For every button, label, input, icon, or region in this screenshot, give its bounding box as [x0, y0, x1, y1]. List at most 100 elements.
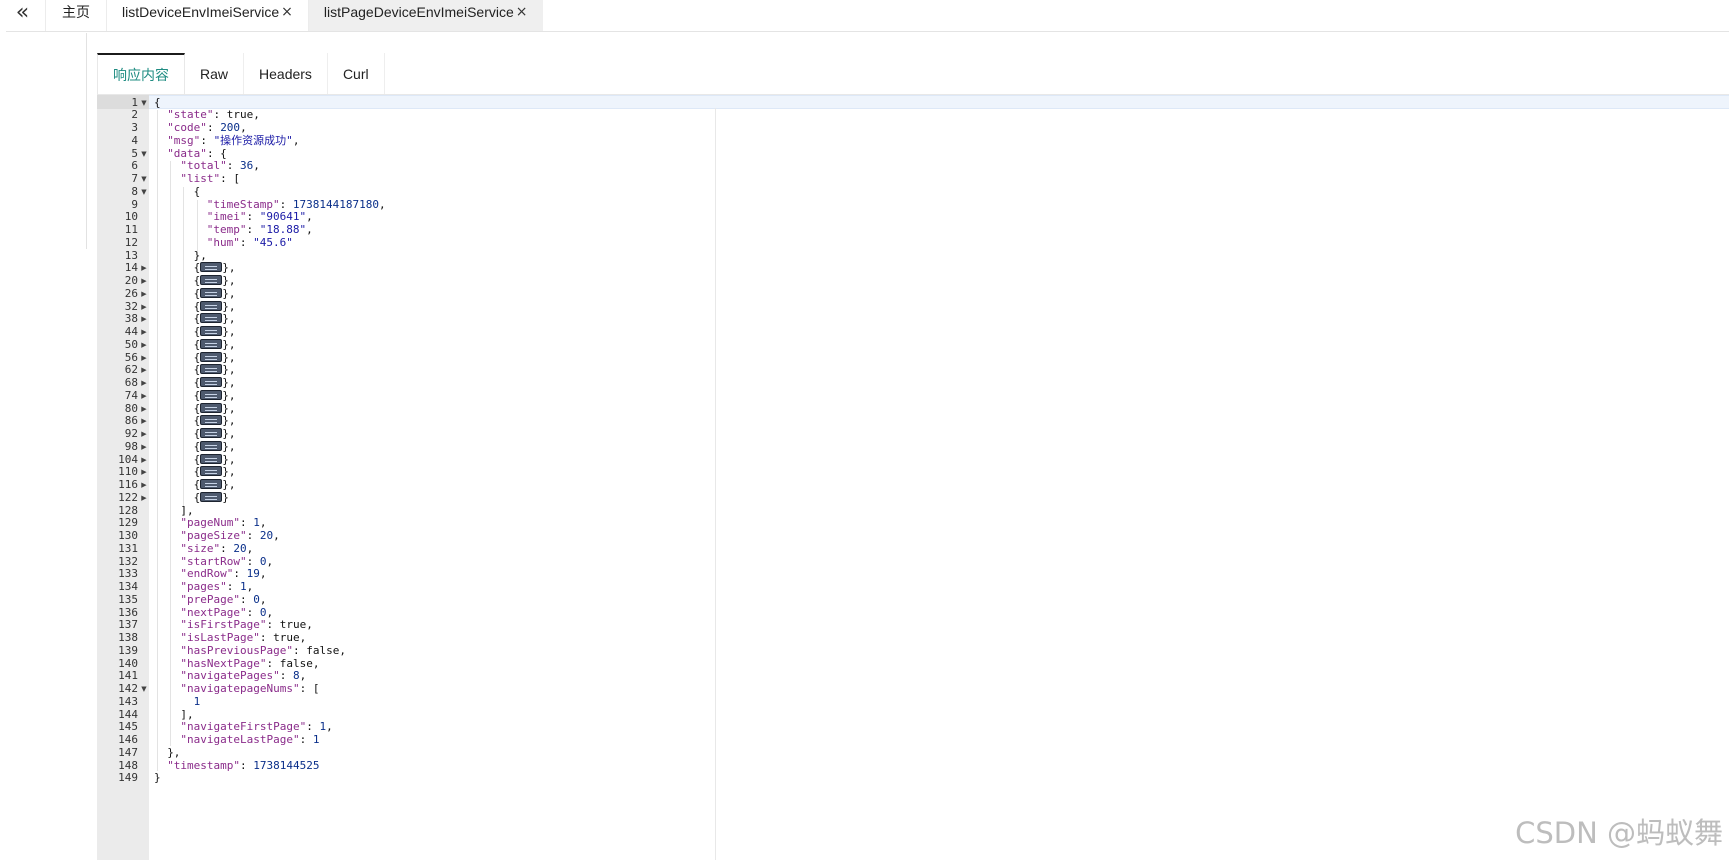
folded-block-icon[interactable] — [200, 364, 223, 375]
folded-block-icon[interactable] — [200, 466, 223, 477]
folded-block-icon[interactable] — [200, 479, 223, 489]
folded-block-icon[interactable] — [200, 402, 223, 413]
token-punc: : — [246, 223, 260, 236]
double-chevron-left-icon[interactable]: « — [0, 0, 45, 32]
tab-home[interactable]: 主页 — [45, 0, 106, 31]
token-punc: , — [306, 223, 313, 236]
token-key: "navigateLastPage" — [180, 733, 300, 746]
folded-block-icon[interactable] — [200, 313, 223, 324]
tab-list-device-env-imei-service[interactable]: listDeviceEnvImeiService × — [106, 0, 308, 31]
token-punc: { — [193, 261, 201, 275]
token-num: 36 — [240, 159, 254, 173]
json-code-editor[interactable]: 1 ▼{2 "state": true, 3 "code": 200, 4 "msg": "… — [97, 95, 1729, 860]
left-panel-border — [86, 33, 87, 249]
folded-block-icon[interactable] — [200, 338, 223, 349]
token-key: "timeStamp" — [206, 197, 280, 211]
token-num: 1 — [193, 694, 201, 708]
token-punc: , — [240, 121, 247, 134]
token-punc: , — [326, 720, 333, 734]
token-key: "state" — [167, 108, 214, 122]
token-key: "hasNextPage" — [180, 656, 267, 670]
token-bool: true — [226, 108, 254, 122]
token-punc: : — [246, 605, 260, 619]
token-bool: true — [273, 631, 300, 644]
folded-block-icon[interactable] — [200, 326, 223, 336]
token-punc: : — [226, 580, 240, 593]
token-punc: { — [193, 439, 201, 453]
tab-label: Raw — [200, 66, 229, 82]
tab-raw[interactable]: Raw — [185, 53, 245, 95]
token-punc: }, — [222, 312, 236, 326]
token-key: "msg" — [167, 133, 201, 147]
folded-block-icon[interactable] — [200, 287, 223, 298]
token-punc: : — [292, 643, 307, 657]
token-key: "temp" — [206, 223, 247, 236]
token-punc: : — [220, 541, 234, 555]
code-text: } — [154, 771, 161, 785]
folded-block-icon[interactable] — [200, 428, 223, 438]
token-punc: { — [193, 274, 201, 287]
token-key: "timestamp" — [167, 758, 241, 772]
tab-response-content[interactable]: 响应内容 — [97, 53, 185, 95]
token-punc: : — [213, 108, 227, 122]
token-punc: { — [193, 363, 201, 377]
token-punc: : — [246, 210, 260, 224]
code-line: 149} — [97, 771, 1729, 785]
folded-block-icon[interactable] — [200, 300, 223, 311]
token-key: "navigatepageNums" — [180, 682, 300, 695]
folded-block-icon[interactable] — [200, 389, 223, 400]
token-num: 20 — [233, 541, 247, 555]
token-num: 200 — [220, 121, 241, 134]
token-num: 0 — [253, 592, 260, 606]
tab-label: listPageDeviceEnvImeiService — [323, 3, 514, 20]
token-punc: }, — [222, 337, 236, 351]
folded-block-icon[interactable] — [200, 351, 223, 362]
folded-block-icon[interactable] — [200, 377, 223, 387]
token-punc: ], — [180, 503, 194, 517]
token-punc: { — [193, 478, 201, 491]
folded-block-icon[interactable] — [200, 415, 223, 426]
close-icon[interactable]: × — [516, 4, 528, 20]
token-key: "endRow" — [180, 567, 234, 581]
token-punc: }, — [167, 745, 181, 759]
token-key: "pageSize" — [180, 529, 247, 542]
response-tabs: 响应内容 Raw Headers Curl — [97, 53, 385, 95]
token-key: "total" — [180, 159, 227, 173]
token-punc: : [ — [220, 172, 241, 185]
token-punc: }, — [222, 388, 236, 402]
top-tab-bar: « 主页 listDeviceEnvImeiService × listPage… — [0, 0, 1729, 32]
top-tab-divider — [6, 31, 1729, 32]
folded-block-icon[interactable] — [200, 262, 223, 273]
close-icon[interactable]: × — [281, 4, 293, 20]
token-punc: }, — [222, 363, 236, 377]
token-punc: }, — [222, 261, 236, 275]
tab-headers[interactable]: Headers — [244, 53, 328, 95]
watermark: CSDN @蚂蚁舞 — [1515, 816, 1723, 850]
token-punc: }, — [222, 299, 236, 313]
token-num: 1 — [240, 580, 247, 593]
token-punc: }, — [222, 465, 236, 479]
folded-block-icon[interactable] — [200, 440, 223, 451]
token-punc: { — [193, 312, 201, 326]
token-punc: }, — [222, 325, 236, 338]
token-punc: }, — [193, 248, 207, 262]
token-punc: , — [339, 643, 346, 657]
token-punc: : — [259, 631, 274, 644]
token-punc: : — [246, 529, 260, 542]
token-key: "data" — [167, 146, 207, 160]
token-bool: false — [279, 656, 313, 670]
folded-block-icon[interactable] — [200, 453, 223, 464]
token-punc: { — [193, 465, 201, 479]
token-punc: { — [193, 350, 201, 364]
tab-list-page-device-env-imei-service[interactable]: listPageDeviceEnvImeiService × — [307, 0, 543, 31]
folded-block-icon[interactable] — [200, 275, 223, 285]
token-punc: , — [246, 580, 254, 593]
folded-block-icon[interactable] — [200, 491, 223, 502]
tab-label: 响应内容 — [113, 67, 169, 83]
token-punc: : — [266, 656, 280, 670]
token-punc: , — [292, 133, 300, 147]
token-punc: { — [154, 95, 161, 109]
token-punc: : [ — [299, 682, 320, 695]
token-punc: , — [259, 592, 267, 606]
tab-curl[interactable]: Curl — [328, 53, 385, 95]
